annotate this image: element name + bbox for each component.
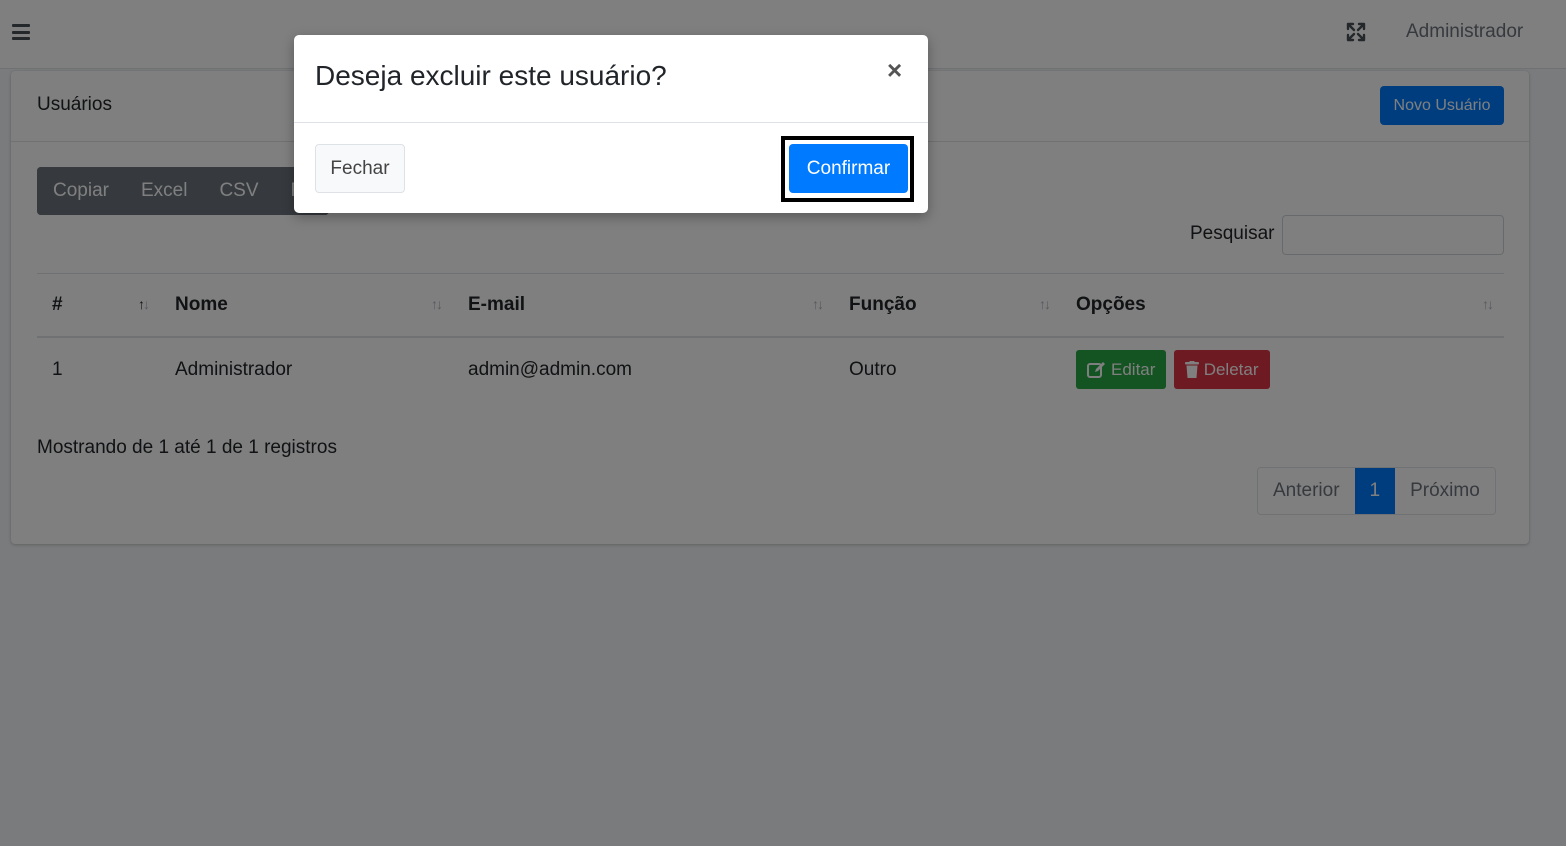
close-button[interactable]: Fechar [315,144,405,193]
modal-title: Deseja excluir este usuário? [315,60,667,91]
close-icon[interactable]: × [887,57,902,83]
delete-confirm-modal: Deseja excluir este usuário? × Fechar Co… [294,35,928,213]
modal-header: Deseja excluir este usuário? × [294,35,928,123]
confirm-button[interactable]: Confirmar [789,144,908,193]
